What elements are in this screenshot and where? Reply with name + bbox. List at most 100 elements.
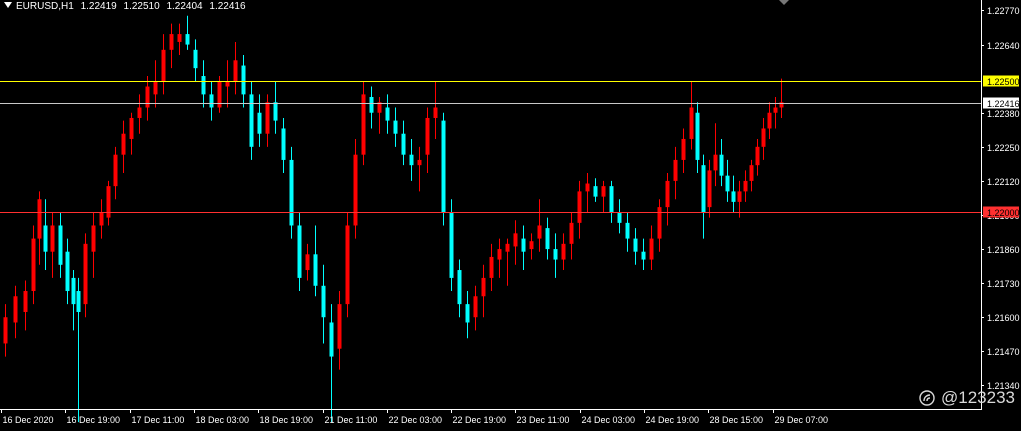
y-tick-label-6: 1.21860 [987,245,1020,255]
symbol-label: EURUSD,H1 [16,1,74,12]
candle-56 [441,112,446,226]
y-tick-label-4: 1.22120 [987,177,1020,187]
y-tick-label-9: 1.21470 [987,347,1020,357]
candle-body [153,81,158,95]
candle-body [641,251,646,260]
candle-body [731,191,736,202]
candle-body [257,112,262,134]
candle-body [13,296,18,323]
y-tick-label-1: 1.22640 [987,41,1020,51]
candle-body [209,94,214,108]
candle-body [417,159,422,166]
candle-body [601,186,606,197]
candle-body [737,191,742,202]
candle-body [281,128,286,160]
candle-body [113,154,118,187]
candle-body [249,94,254,147]
candle-body [145,86,150,108]
candle-body [749,165,754,181]
candle-body [65,251,70,292]
x-tick-label-12: 29 Dec 07:00 [775,415,829,425]
candle-body [673,159,678,181]
x-tick-label-3: 18 Dec 03:00 [196,415,250,425]
candle-body [529,241,534,250]
watermark: @123233 [919,388,1015,408]
candle-body [433,107,438,118]
candle-body [193,49,198,69]
candle-body [265,102,270,134]
y-tick-label-3: 1.22250 [987,143,1020,153]
candle-body [633,238,638,252]
candle-body [465,304,470,323]
candle-body [297,225,302,278]
candle-body [441,120,446,213]
candle-body [161,49,166,82]
candle-body [50,225,55,252]
candle-body [593,186,598,197]
y-tick-label-8: 1.21600 [987,313,1020,323]
candle-body [755,146,760,166]
candle-body [313,254,318,286]
candle-body [23,291,28,312]
candle-body [31,238,36,292]
x-tick-label-6: 22 Dec 03:00 [389,415,443,425]
candle-body [773,107,778,113]
candle-body [701,165,706,213]
candle-body [58,225,63,265]
candle-body [473,296,478,318]
candle-body [305,254,310,271]
candle-body [617,212,622,223]
candle-37 [289,146,294,239]
candle-body [321,285,326,318]
candle-body [385,107,390,121]
candle-body [609,186,614,213]
candle-body [401,133,406,155]
candle-body [743,180,748,192]
candle-body [43,225,48,252]
x-tick-label-2: 17 Dec 11:00 [132,415,185,425]
candle-body [425,117,430,155]
candle-body [71,277,76,305]
candle-body [681,138,686,160]
x-tick-label-11: 28 Dec 15:00 [710,415,764,425]
candle-body [233,60,238,82]
candle-body [99,212,104,226]
candle-body [457,270,462,305]
candle-body [649,238,654,260]
candle-57 [449,199,454,292]
candle-body [625,222,630,239]
candle-body [497,249,502,260]
candle-body [185,34,190,45]
candle-body [3,317,8,344]
candle-body [561,243,566,260]
x-tick-label-1: 16 Dec 19:00 [67,415,121,425]
candle-body [713,154,718,171]
candle-body [505,243,510,252]
candle-body [37,199,42,239]
price-chart[interactable]: 1.227701.226401.223801.222501.221201.219… [0,0,1021,431]
y-tick-label-2: 1.22380 [987,109,1020,119]
candle-body [289,159,294,226]
chart-background [0,0,1021,431]
candle-44 [345,212,350,318]
candle-body [273,102,278,121]
high-value: 1.22510 [123,1,160,12]
candle-body [121,133,126,155]
y-tick-label-0: 1.22770 [987,6,1020,16]
x-tick-label-0: 16 Dec 2020 [3,415,54,425]
hline-label-1: 1.22000 [987,208,1020,218]
candle-body [76,291,81,312]
candle-body [665,180,670,208]
close-value: 1.22416 [209,1,246,12]
chart-menu-triangle-icon[interactable] [4,2,12,8]
weibo-like-icon [919,390,935,406]
candle-body [553,249,558,260]
candle-body [91,225,96,252]
candle-body [177,34,182,42]
candle-body [409,154,414,166]
candle-body [577,191,582,223]
candle-body [537,225,542,239]
candle-body [545,228,550,250]
candle-body [707,170,712,208]
candle-body [767,112,772,129]
